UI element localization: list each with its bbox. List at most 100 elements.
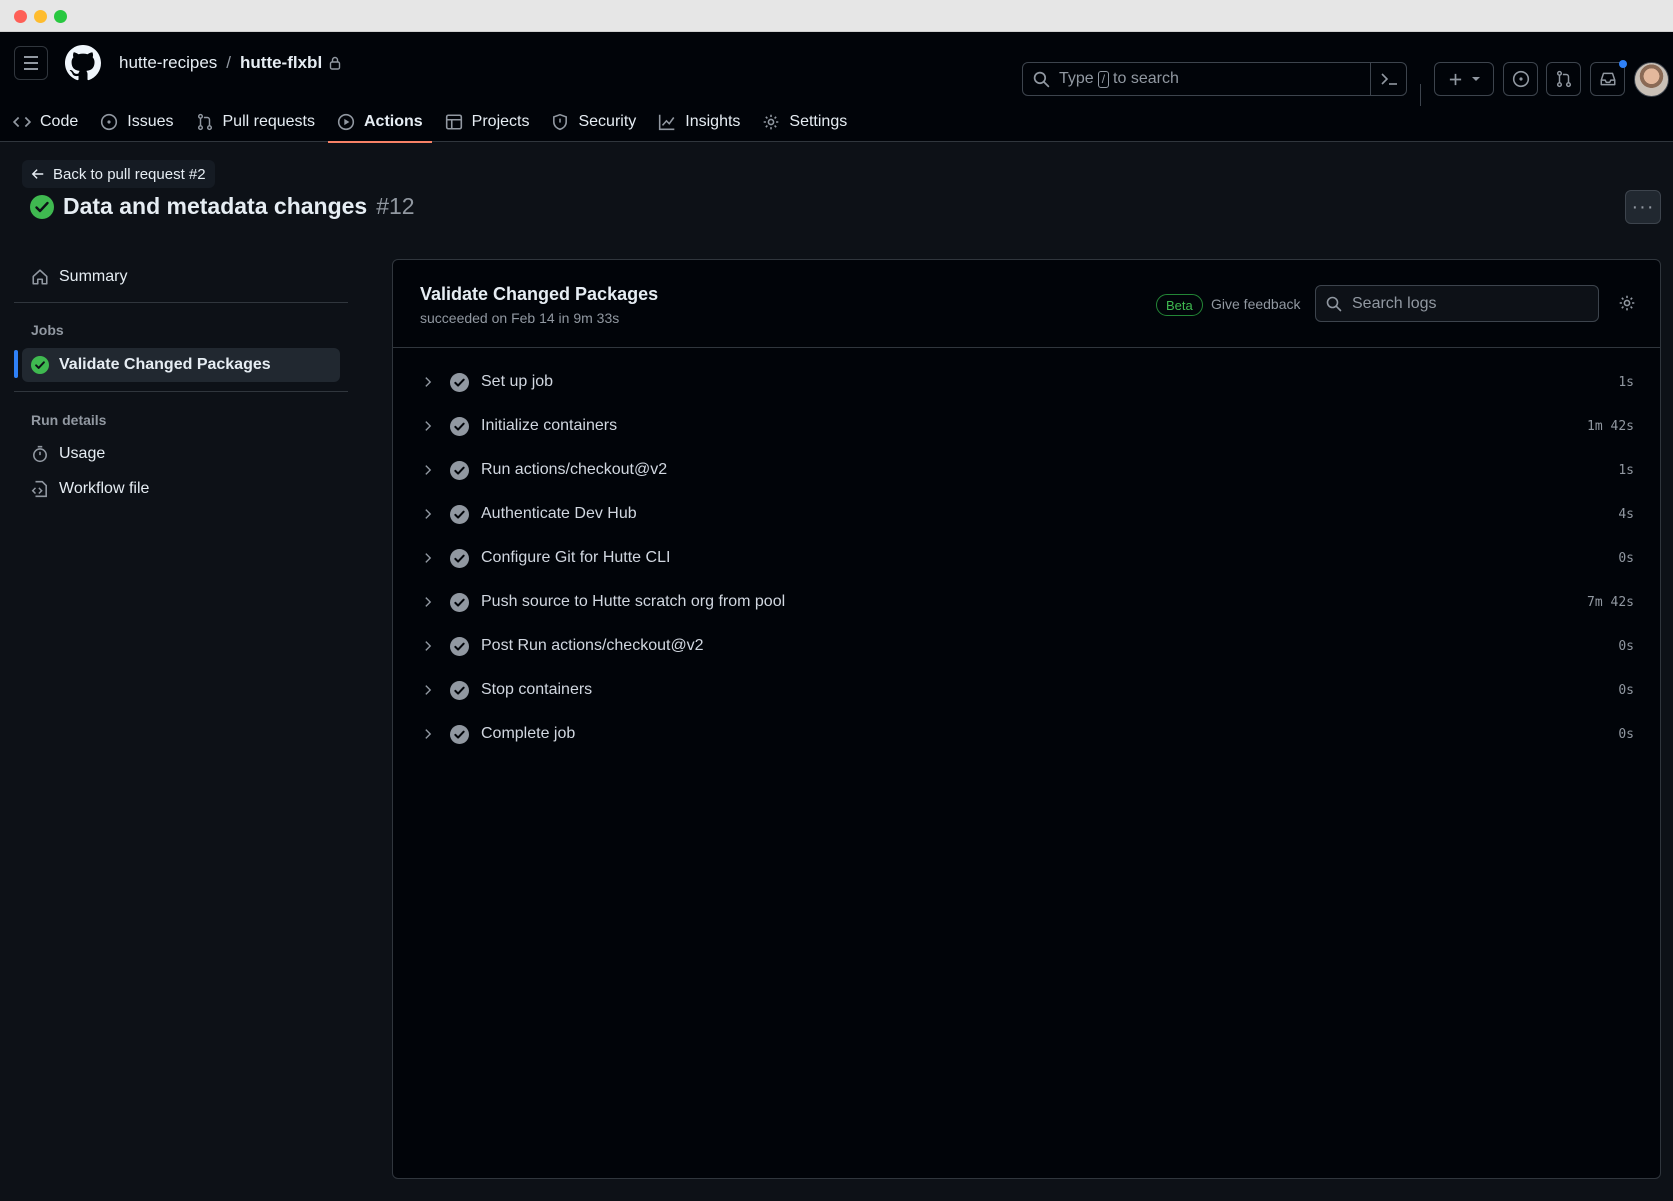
file-code-icon: [31, 480, 47, 498]
menu-button[interactable]: [14, 46, 48, 80]
search-suffix-text: to search: [1113, 70, 1179, 87]
job-step-row[interactable]: Stop containers 0s: [393, 668, 1660, 712]
tab-pull-requests[interactable]: Pull requests: [187, 102, 325, 142]
step-duration: 1s: [1618, 374, 1634, 390]
chevron-right-icon: [425, 641, 432, 651]
code-icon: [13, 116, 31, 128]
tab-security[interactable]: Security: [542, 102, 645, 142]
search-logs-input[interactable]: Search logs: [1315, 285, 1599, 322]
job-step-row[interactable]: Run actions/checkout@v2 1s: [393, 448, 1660, 492]
hamburger-icon: [24, 54, 38, 72]
check-circle-fill-icon: [450, 460, 469, 480]
your-pull-requests-button[interactable]: [1546, 62, 1581, 96]
inbox-icon: [1600, 72, 1615, 86]
beta-badge: Beta: [1156, 294, 1203, 316]
your-issues-button[interactable]: [1503, 62, 1538, 96]
run-details-heading: Run details: [31, 412, 107, 428]
job-steps-list: Set up job 1s Initialize containers 1m 4…: [393, 360, 1660, 756]
tab-label: Security: [578, 113, 637, 130]
issue-icon: [101, 113, 118, 131]
user-avatar[interactable]: [1634, 62, 1669, 97]
arrow-left-icon: [31, 169, 44, 179]
sidebar-divider: [14, 302, 348, 303]
repo-name-link[interactable]: hutte-flxbl: [240, 53, 322, 73]
job-step-row[interactable]: Initialize containers 1m 42s: [393, 404, 1660, 448]
tab-label: Pull requests: [222, 113, 316, 130]
check-circle-fill-icon: [450, 680, 469, 700]
more-options-button[interactable]: ···: [1625, 190, 1661, 224]
table-icon: [445, 114, 462, 130]
sidebar-item-job[interactable]: Validate Changed Packages: [22, 348, 340, 382]
github-logo-icon[interactable]: [65, 45, 101, 81]
browser-window: hutte-recipes / hutte-flxbl Type / to se…: [0, 0, 1673, 1201]
step-name: Complete job: [481, 725, 576, 742]
job-status-subtitle: succeeded on Feb 14 in 9m 33s: [420, 310, 620, 326]
job-title: Validate Changed Packages: [420, 284, 659, 304]
github-header: hutte-recipes / hutte-flxbl Type / to se…: [0, 32, 1673, 143]
zoom-window-button[interactable]: [54, 10, 67, 23]
lock-icon: [329, 56, 341, 70]
play-icon: [337, 113, 355, 131]
sidebar-item-summary[interactable]: Summary: [22, 260, 340, 294]
tab-insights[interactable]: Insights: [649, 102, 749, 142]
step-duration: 1s: [1618, 462, 1634, 478]
gear-icon: [764, 114, 779, 130]
sidebar-item-label: Summary: [59, 268, 128, 285]
header-divider: [1420, 84, 1421, 106]
repo-owner-link[interactable]: hutte-recipes: [119, 53, 217, 73]
tab-settings[interactable]: Settings: [753, 102, 856, 142]
step-duration: 4s: [1618, 506, 1634, 522]
search-icon: [1326, 296, 1342, 311]
gear-icon[interactable]: [1618, 294, 1636, 312]
global-search-input[interactable]: Type / to search: [1022, 62, 1407, 96]
sidebar-item-usage[interactable]: Usage: [22, 437, 340, 471]
notifications-button[interactable]: [1590, 60, 1627, 96]
job-step-row[interactable]: Configure Git for Hutte CLI 0s: [393, 536, 1660, 580]
step-name: Set up job: [481, 373, 554, 390]
give-feedback-link[interactable]: Give feedback: [1211, 296, 1301, 312]
tab-projects[interactable]: Projects: [436, 102, 539, 142]
job-log-panel: Validate Changed Packages succeeded on F…: [392, 259, 1661, 1179]
command-palette-button[interactable]: [1370, 63, 1406, 95]
pull-request-icon: [197, 113, 212, 131]
close-window-button[interactable]: [14, 10, 27, 23]
job-step-row[interactable]: Complete job 0s: [393, 712, 1660, 756]
job-step-row[interactable]: Push source to Hutte scratch org from po…: [393, 580, 1660, 624]
step-name: Authenticate Dev Hub: [481, 505, 637, 522]
graph-icon: [659, 114, 675, 131]
job-step-row[interactable]: Authenticate Dev Hub 4s: [393, 492, 1660, 536]
tab-issues[interactable]: Issues: [91, 102, 182, 142]
create-new-button[interactable]: [1434, 62, 1494, 96]
check-circle-fill-icon: [31, 356, 49, 374]
back-to-pull-request-link[interactable]: Back to pull request #2: [22, 160, 215, 188]
sidebar-item-label: Validate Changed Packages: [59, 356, 271, 373]
check-circle-fill-icon: [30, 194, 54, 219]
breadcrumb: hutte-recipes / hutte-flxbl: [119, 53, 341, 73]
step-name: Stop containers: [481, 681, 593, 698]
tab-label: Actions: [364, 113, 423, 130]
step-name: Post Run actions/checkout@v2: [481, 637, 704, 654]
step-name: Configure Git for Hutte CLI: [481, 549, 671, 566]
kebab-horizontal-icon: ···: [1631, 195, 1655, 218]
minimize-window-button[interactable]: [34, 10, 47, 23]
search-prefix-text: Type: [1059, 70, 1094, 87]
job-log-header: Validate Changed Packages succeeded on F…: [393, 260, 1660, 348]
tab-code[interactable]: Code: [4, 102, 87, 142]
breadcrumb-separator: /: [226, 53, 232, 72]
tab-actions[interactable]: Actions: [328, 102, 432, 143]
sidebar-item-workflow-file[interactable]: Workflow file: [22, 472, 340, 506]
chevron-right-icon: [425, 509, 432, 519]
chevron-right-icon: [425, 553, 432, 563]
step-duration: 0s: [1618, 726, 1634, 742]
check-circle-fill-icon: [450, 504, 469, 524]
step-name: Push source to Hutte scratch org from po…: [481, 593, 786, 610]
sidebar-item-label: Usage: [59, 445, 106, 462]
check-circle-fill-icon: [450, 724, 469, 744]
step-duration: 7m 42s: [1587, 594, 1634, 610]
pull-request-icon: [1556, 70, 1571, 88]
sidebar-divider: [14, 391, 348, 392]
step-name: Run actions/checkout@v2: [481, 461, 668, 478]
job-step-row[interactable]: Set up job 1s: [393, 360, 1660, 404]
job-step-row[interactable]: Post Run actions/checkout@v2 0s: [393, 624, 1660, 668]
home-icon: [32, 269, 48, 285]
